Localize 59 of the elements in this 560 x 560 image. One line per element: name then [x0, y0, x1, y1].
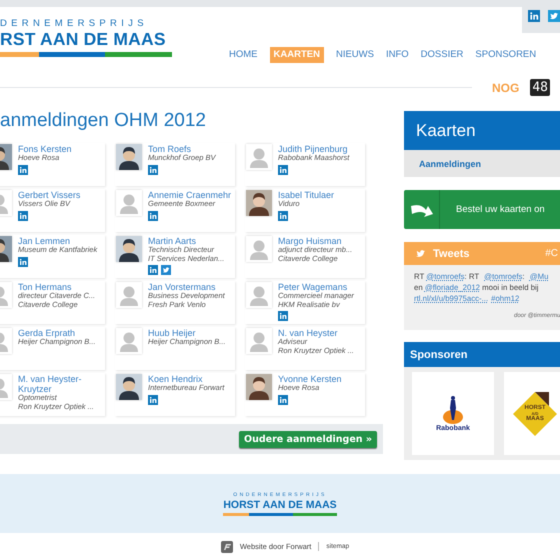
registrations-link[interactable]: Aanmeldingen [419, 158, 482, 168]
person-name[interactable]: Peter Wagemans [278, 282, 362, 292]
person-name[interactable]: Yvonne Kersten [278, 374, 362, 384]
linkedin-icon[interactable] [278, 394, 288, 404]
countdown-label: NOG [492, 80, 520, 94]
older-registrations-button[interactable]: Oudere aanmeldingen » [239, 430, 377, 448]
person-name[interactable]: Koen Hendrix [148, 374, 232, 384]
avatar-icon [246, 282, 272, 308]
logo-tagline: DERNEMERSPRIJS [0, 18, 149, 29]
order-tickets-label: Bestel uw kaarten on [456, 204, 545, 215]
nav-link[interactable]: NIEUWS [336, 47, 374, 63]
person-name[interactable]: Gerda Erprath [18, 328, 102, 338]
logo-title: HORST AAN DE MAAS [223, 498, 337, 512]
twitter-icon[interactable] [161, 265, 171, 275]
page-title: anmeldingen OHM 2012 [0, 111, 207, 133]
person-name[interactable]: Tom Roefs [148, 144, 232, 154]
logo-title: RST AAN DE MAAS [0, 29, 167, 50]
linkedin-icon[interactable] [528, 9, 540, 23]
nav-link[interactable]: DOSSIER [420, 47, 464, 63]
nav-link[interactable]: HOME [229, 47, 258, 63]
linkedin-icon[interactable] [18, 210, 28, 220]
person-name[interactable]: Annemie Craenmehr [148, 190, 232, 200]
linkedin-icon[interactable] [18, 256, 28, 266]
person-name[interactable]: Jan Vorstermans [148, 282, 232, 292]
linkedin-icon[interactable] [148, 210, 158, 220]
avatar-icon [116, 328, 142, 354]
person-name[interactable]: Martin Aarts [148, 236, 232, 246]
panel-title: Sponsoren [410, 348, 468, 360]
person-name[interactable]: Gerbert Vissers [18, 190, 102, 200]
person-name[interactable]: Huub Heijer [148, 328, 232, 338]
avatar-icon [116, 190, 142, 216]
linkedin-icon[interactable] [278, 164, 288, 174]
person-name[interactable]: Fons Kersten [18, 144, 102, 154]
avatar-icon [246, 328, 272, 354]
avatar-icon [246, 144, 272, 170]
tweets-title: Tweets [433, 248, 470, 260]
person-name[interactable]: Isabel Titulaer [278, 190, 362, 200]
linkedin-icon[interactable] [148, 265, 158, 275]
linkedin-icon[interactable] [278, 210, 288, 220]
panel-title: Kaarten [416, 120, 476, 140]
nav-link[interactable]: INFO [386, 47, 409, 63]
person-name[interactable]: M. van Heyster-Kruytzer [18, 374, 102, 394]
person-name[interactable]: Judith Pijnenburg [278, 144, 362, 154]
avatar-icon [246, 236, 272, 262]
linkedin-icon[interactable] [278, 311, 288, 321]
nav-link[interactable]: SPONSOREN [475, 47, 536, 63]
linkedin-icon[interactable] [18, 164, 28, 174]
twitter-icon[interactable] [548, 9, 560, 23]
linkedin-icon[interactable] [148, 164, 158, 174]
countdown-number: 48 [530, 79, 550, 96]
person-name[interactable]: Jan Lemmen [18, 236, 102, 246]
linkedin-icon[interactable] [148, 394, 158, 404]
person-name[interactable]: N. van Heyster [278, 328, 362, 338]
avatar-icon [116, 282, 142, 308]
person-name[interactable]: Margo Huisman [278, 236, 362, 246]
order-tickets-button[interactable]: Bestel uw kaarten on [404, 190, 560, 229]
person-name[interactable]: Ton Hermans [18, 282, 102, 292]
figure-on-ball-icon [442, 395, 464, 425]
forwart-icon [220, 540, 233, 552]
